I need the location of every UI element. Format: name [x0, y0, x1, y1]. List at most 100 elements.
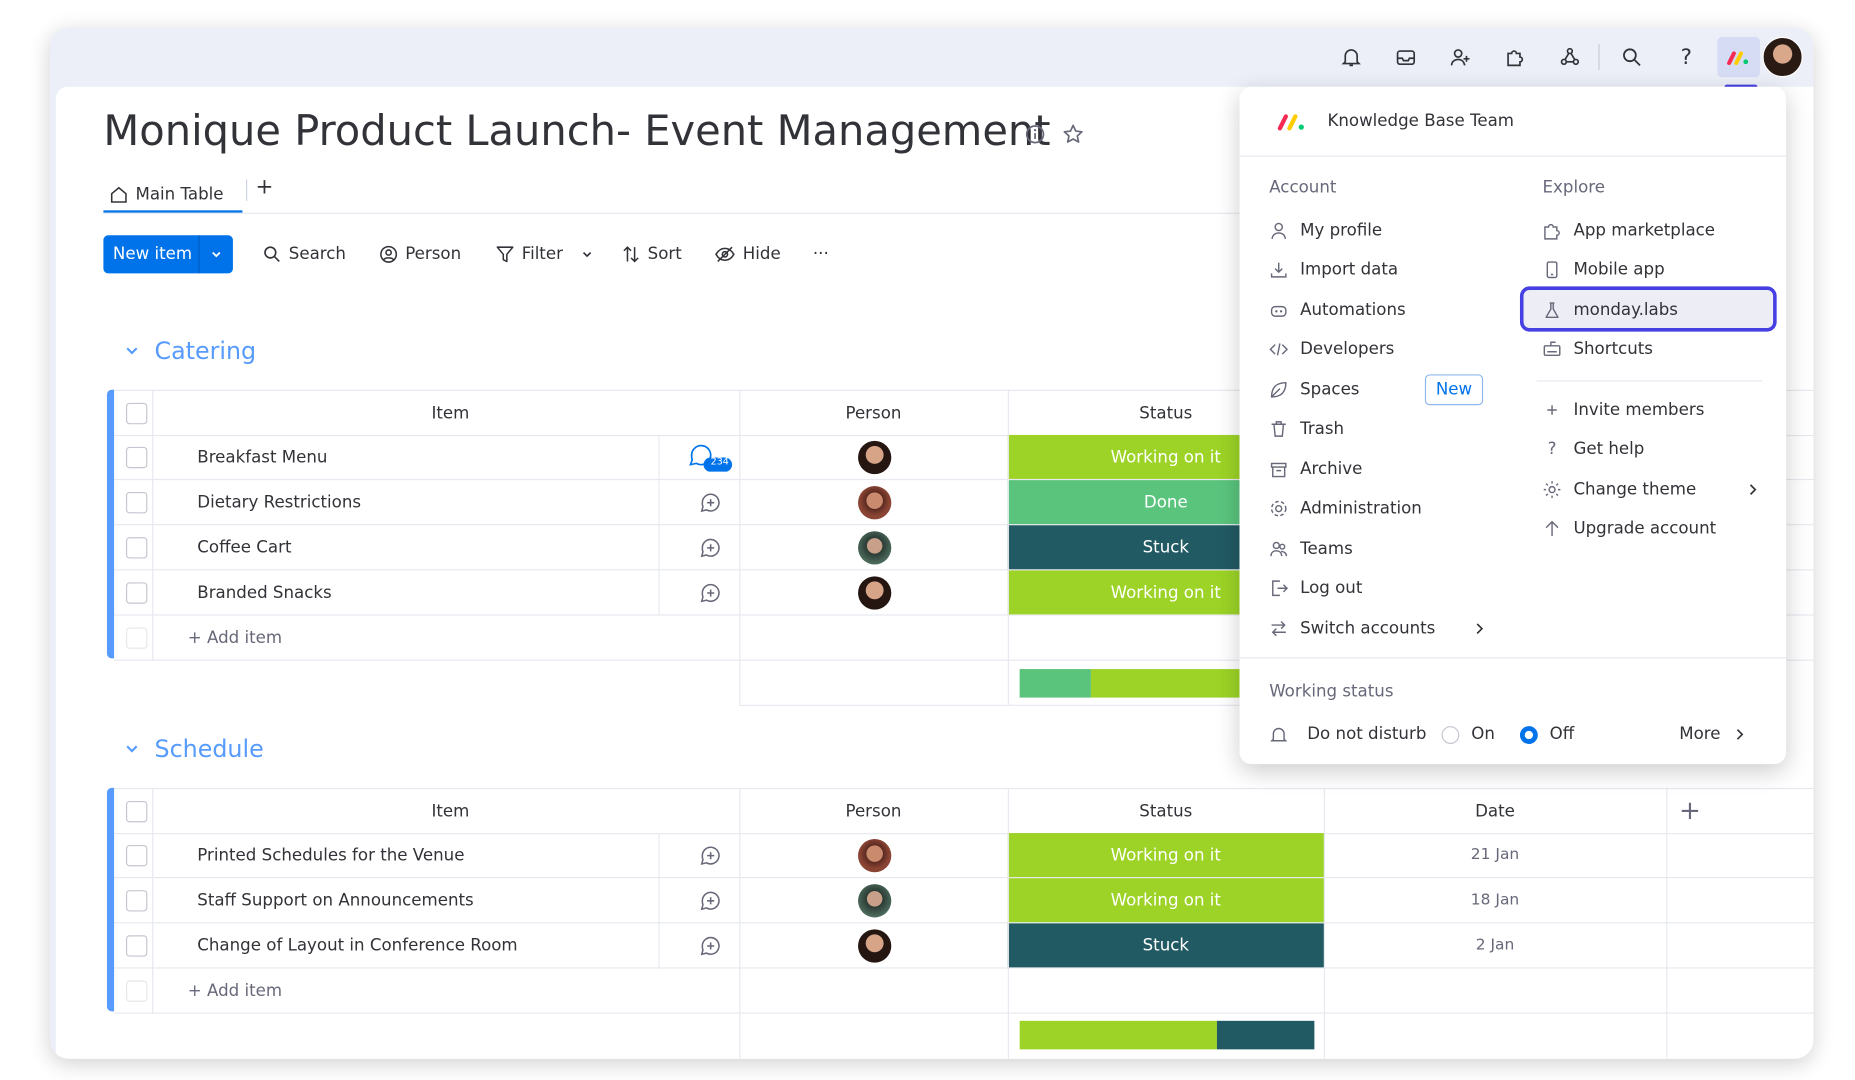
dnd-off-radio[interactable]: Off	[1519, 718, 1574, 751]
person-avatar[interactable]	[858, 923, 892, 967]
table-row[interactable]: Change of Layout in Conference Room Stuc…	[114, 923, 1814, 969]
row-checkbox[interactable]	[125, 480, 148, 524]
add-update-icon[interactable]	[687, 570, 735, 614]
dnd-on-radio[interactable]: On	[1441, 718, 1495, 751]
column-header-date[interactable]: Date	[1324, 789, 1666, 833]
new-item-button[interactable]: New item	[103, 235, 233, 274]
date-cell[interactable]: 2 Jan	[1324, 923, 1666, 967]
table-row[interactable]: Staff Support on Announcements Working o…	[114, 878, 1814, 924]
status-cell[interactable]: Stuck	[1007, 923, 1324, 968]
row-checkbox[interactable]	[125, 878, 148, 922]
person-avatar[interactable]	[858, 878, 892, 922]
menu-item-upgrade-account[interactable]: Upgrade account	[1543, 512, 1716, 545]
apps-puzzle-icon[interactable]	[1497, 39, 1533, 75]
group-title-schedule[interactable]: Schedule	[124, 734, 264, 763]
menu-account-header[interactable]: Knowledge Base Team	[1239, 87, 1787, 157]
add-update-icon[interactable]	[687, 923, 735, 967]
chevron-down-icon[interactable]	[200, 247, 233, 261]
status-cell[interactable]: Working on it	[1007, 833, 1324, 878]
date-cell[interactable]: 18 Jan	[1324, 878, 1666, 922]
chevron-right-icon[interactable]	[1472, 622, 1486, 636]
row-checkbox[interactable]	[125, 570, 148, 614]
column-header-item[interactable]: Item	[159, 391, 741, 435]
status-cell[interactable]: Working on it	[1007, 878, 1324, 923]
search-icon[interactable]	[1614, 39, 1650, 75]
inbox-icon[interactable]	[1388, 39, 1424, 75]
group-title-catering[interactable]: Catering	[124, 336, 257, 365]
item-name[interactable]: Change of Layout in Conference Room	[197, 923, 517, 967]
menu-item-import-data[interactable]: Import data	[1269, 253, 1398, 286]
table-row[interactable]: Printed Schedules for the Venue Working …	[114, 833, 1814, 879]
add-item-input[interactable]: + Add item	[188, 969, 282, 1013]
item-name[interactable]: Breakfast Menu	[197, 435, 327, 479]
item-name[interactable]: Printed Schedules for the Venue	[197, 833, 464, 877]
add-view-button[interactable]: +	[256, 175, 274, 200]
date-cell[interactable]: 21 Jan	[1324, 833, 1666, 877]
column-header-status[interactable]: Status	[1008, 789, 1324, 833]
person-avatar[interactable]	[858, 480, 892, 524]
status-summary-bar[interactable]	[1019, 669, 1246, 698]
search-button[interactable]: Search	[263, 235, 346, 273]
chevron-down-icon[interactable]	[124, 740, 141, 757]
chevron-down-icon[interactable]	[124, 342, 141, 359]
add-update-icon[interactable]	[687, 525, 735, 569]
row-checkbox[interactable]	[125, 525, 148, 569]
menu-item-automations[interactable]: Automations	[1269, 294, 1406, 327]
menu-item-administration[interactable]: Administration	[1269, 492, 1422, 525]
info-icon[interactable]	[1023, 122, 1047, 146]
help-icon[interactable]: ?	[1669, 39, 1705, 75]
working-status-more[interactable]: More	[1679, 718, 1746, 751]
sort-button[interactable]: Sort	[622, 235, 682, 273]
menu-item-teams[interactable]: Teams	[1269, 532, 1353, 565]
chevron-right-icon[interactable]	[1746, 482, 1760, 496]
column-header-person[interactable]: Person	[739, 391, 1008, 435]
menu-item-my-profile[interactable]: My profile	[1269, 214, 1382, 247]
item-name[interactable]: Branded Snacks	[197, 570, 331, 614]
menu-item-switch-accounts[interactable]: Switch accounts	[1269, 612, 1435, 645]
item-name[interactable]: Coffee Cart	[197, 525, 291, 569]
menu-item-change-theme[interactable]: Change theme	[1543, 473, 1696, 506]
bell-icon[interactable]	[1333, 39, 1369, 75]
row-checkbox[interactable]	[125, 833, 148, 877]
filter-button[interactable]: Filter	[496, 235, 594, 273]
hide-button[interactable]: Hide	[714, 235, 781, 273]
updates-bubble-icon[interactable]: 234	[687, 435, 735, 479]
person-avatar[interactable]	[858, 435, 892, 479]
row-checkbox[interactable]	[125, 435, 148, 479]
menu-item-log-out[interactable]: Log out	[1269, 572, 1362, 605]
select-all-checkbox[interactable]	[125, 789, 148, 833]
item-name[interactable]: Dietary Restrictions	[197, 480, 361, 524]
chevron-down-icon[interactable]	[580, 247, 594, 261]
status-summary-bar[interactable]	[1019, 1020, 1315, 1050]
select-all-checkbox[interactable]	[125, 391, 150, 435]
menu-item-monday-labs[interactable]: monday.labs	[1543, 294, 1678, 327]
column-header-item[interactable]: Item	[159, 789, 741, 833]
item-name[interactable]: Staff Support on Announcements	[197, 878, 473, 922]
user-avatar[interactable]	[1762, 36, 1803, 78]
add-item-row[interactable]: + Add item	[114, 969, 1814, 1014]
menu-item-developers[interactable]: Developers	[1269, 333, 1394, 366]
menu-item-app-marketplace[interactable]: App marketplace	[1543, 214, 1715, 247]
menu-item-mobile-app[interactable]: Mobile app	[1543, 253, 1665, 286]
more-actions-button[interactable]: ···	[813, 235, 829, 273]
person-avatar[interactable]	[858, 525, 892, 569]
menu-item-get-help[interactable]: ? Get help	[1543, 433, 1645, 466]
menu-item-trash[interactable]: Trash	[1269, 412, 1344, 445]
person-avatar[interactable]	[858, 833, 892, 877]
add-update-icon[interactable]	[687, 878, 735, 922]
menu-item-archive[interactable]: Archive	[1269, 453, 1362, 486]
account-menu-button[interactable]	[1717, 36, 1761, 78]
star-icon[interactable]	[1061, 122, 1085, 146]
row-checkbox[interactable]	[125, 923, 148, 967]
menu-item-spaces[interactable]: Spaces	[1269, 373, 1359, 406]
invite-user-icon[interactable]	[1443, 39, 1479, 75]
column-header-person[interactable]: Person	[739, 789, 1008, 833]
add-update-icon[interactable]	[687, 833, 735, 877]
add-item-input[interactable]: + Add item	[188, 616, 282, 660]
person-filter-button[interactable]: Person	[379, 235, 461, 273]
add-column-button[interactable]: +	[1666, 789, 1714, 833]
tab-main-table[interactable]: Main Table	[109, 177, 224, 213]
integrations-icon[interactable]	[1552, 39, 1588, 75]
menu-item-invite-members[interactable]: Invite members	[1543, 393, 1704, 426]
menu-item-shortcuts[interactable]: Shortcuts	[1543, 333, 1653, 366]
